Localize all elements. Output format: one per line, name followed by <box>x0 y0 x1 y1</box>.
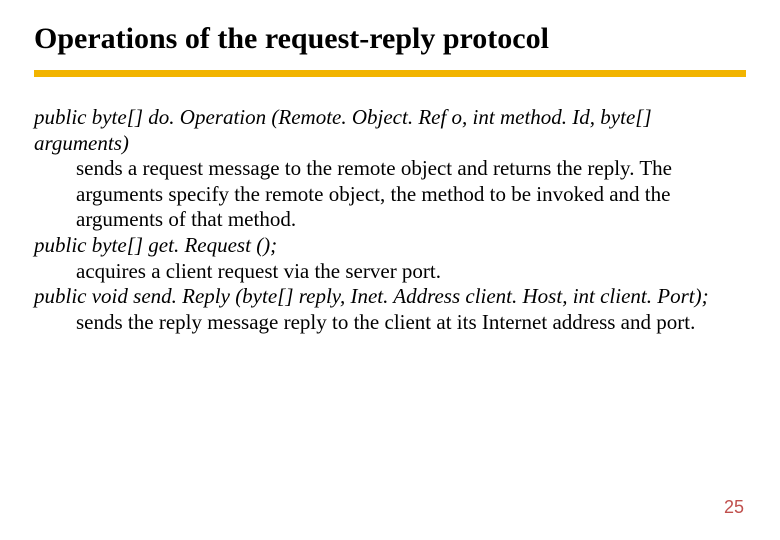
op-description: acquires a client request via the server… <box>76 259 746 285</box>
op-description: sends a request message to the remote ob… <box>76 156 746 233</box>
op-signature: public byte[] get. Request (); <box>34 233 746 259</box>
page-number: 25 <box>724 497 744 518</box>
body-content: public byte[] do. Operation (Remote. Obj… <box>34 105 746 335</box>
page-title: Operations of the request-reply protocol <box>34 22 746 56</box>
slide: Operations of the request-reply protocol… <box>0 0 780 540</box>
op-signature: public byte[] do. Operation (Remote. Obj… <box>34 105 746 156</box>
title-rule <box>34 70 746 77</box>
op-signature: public void send. Reply (byte[] reply, I… <box>34 284 746 310</box>
op-description: sends the reply message reply to the cli… <box>76 310 746 336</box>
